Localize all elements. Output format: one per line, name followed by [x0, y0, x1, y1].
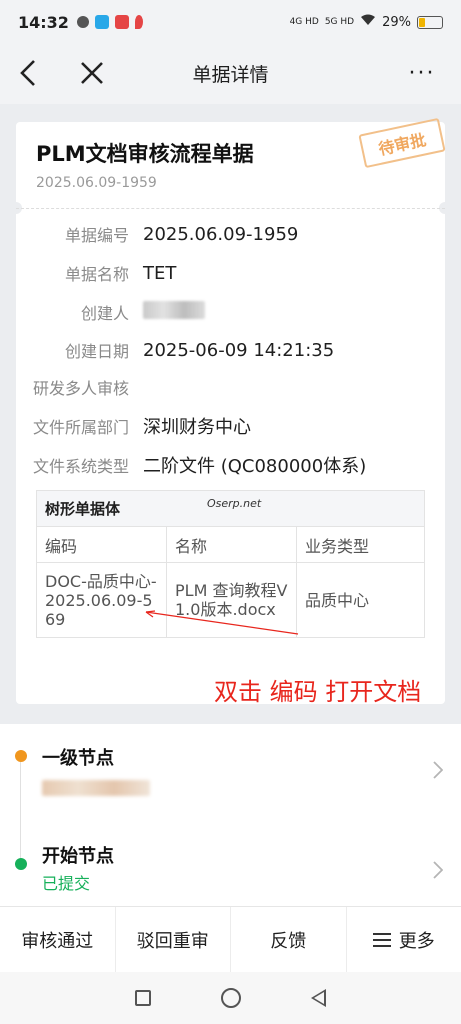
status-stamp: 待审批 — [358, 117, 446, 169]
field-label: 单据名称 — [64, 265, 129, 284]
field-row: 文件系统类型 二阶文件 (QC080000体系) — [16, 448, 445, 482]
approval-process: 一级节点 开始节点 已提交 — [0, 724, 461, 906]
node-title[interactable]: 一级节点 — [42, 744, 114, 770]
field-value: TET — [143, 262, 177, 284]
document-title: PLM文档审核流程单据 — [36, 142, 254, 166]
recent-apps-icon[interactable] — [135, 990, 151, 1006]
feedback-button[interactable]: 反馈 — [231, 907, 347, 972]
field-label: 创建人 — [80, 304, 129, 323]
app-icon — [94, 15, 109, 29]
timeline-line — [20, 760, 21, 860]
battery-percent: 29% — [382, 14, 411, 30]
annotation-text: 双击 编码 打开文档 — [214, 678, 422, 706]
chevron-right-icon[interactable] — [433, 860, 444, 885]
column-header-code: 编码 — [37, 527, 167, 562]
back-icon[interactable] — [311, 989, 326, 1007]
action-bar: 审核通过 驳回重审 反馈 更多 — [0, 906, 461, 972]
signal-icon: 4G HD — [289, 16, 319, 27]
column-header-business-type: 业务类型 — [305, 536, 370, 556]
close-icon — [81, 62, 103, 84]
field-row: 研发多人审核 — [16, 370, 445, 404]
node-dot — [15, 858, 27, 870]
more-options-button[interactable]: ··· — [397, 44, 447, 102]
annotation-arrow — [145, 610, 299, 635]
notification-icons — [76, 15, 143, 29]
cell-business-type: 品质中心 — [305, 590, 370, 610]
field-value: 2025-06-09 14:21:35 — [143, 339, 335, 361]
watermark: Oserp.net — [207, 497, 262, 510]
field-value: 2025.06.09-1959 — [143, 223, 299, 245]
more-label: 更多 — [398, 930, 435, 952]
redacted-approver — [42, 780, 150, 796]
field-label: 创建日期 — [64, 342, 129, 361]
field-row: 文件所属部门 深圳财务中心 — [16, 409, 445, 443]
node-dot — [15, 750, 27, 762]
more-button[interactable]: 更多 — [347, 907, 461, 972]
column-header-name: 名称 — [167, 527, 297, 562]
back-button[interactable] — [0, 45, 56, 101]
status-time: 14:32 — [18, 12, 69, 32]
document-card: PLM文档审核流程单据 2025.06.09-1959 待审批 单据编号 202… — [10, 117, 451, 706]
field-value-redacted — [143, 300, 205, 324]
table-title: 树形单据体 Oserp.net — [37, 491, 424, 527]
redacted-name — [143, 300, 205, 319]
menu-icon — [372, 929, 391, 951]
field-label: 单据编号 — [64, 226, 129, 245]
field-label: 文件所属部门 — [32, 418, 129, 437]
status-right: 4G HD 5G HD 29% — [290, 14, 443, 30]
signal-icon: 5G HD — [324, 16, 355, 27]
field-value: 深圳财务中心 — [143, 417, 251, 438]
field-row: 单据编号 2025.06.09-1959 — [16, 217, 445, 251]
status-bar: 14:32 4G HD 5G HD 29% — [0, 0, 461, 44]
system-nav-bar — [0, 972, 461, 1024]
document-number-subtitle: 2025.06.09-1959 — [36, 175, 157, 191]
close-button[interactable] — [64, 45, 120, 101]
field-label: 研发多人审核 — [32, 379, 129, 398]
field-row: 创建人 — [16, 295, 445, 329]
field-value: 二阶文件 (QC080000体系) — [143, 456, 367, 477]
nav-bar: 单据详情 ··· — [0, 44, 461, 102]
wifi-icon — [360, 14, 376, 30]
field-label: 文件系统类型 — [32, 457, 129, 476]
table-title-text: 树形单据体 — [45, 500, 121, 518]
field-row: 创建日期 2025-06-09 14:21:35 — [16, 333, 445, 367]
location-icon — [134, 15, 143, 29]
field-row: 单据名称 TET — [16, 256, 445, 290]
node-status: 已提交 — [42, 874, 91, 893]
reject-button[interactable]: 驳回重审 — [116, 907, 231, 972]
home-icon[interactable] — [221, 988, 241, 1008]
chevron-left-icon — [20, 60, 35, 86]
approve-button[interactable]: 审核通过 — [0, 907, 116, 972]
node-title[interactable]: 开始节点 — [42, 842, 114, 868]
app-icon — [114, 15, 129, 29]
chevron-right-icon[interactable] — [433, 760, 444, 785]
table-header-row: 编码 名称 业务类型 — [37, 527, 424, 563]
message-icon — [76, 16, 89, 28]
divider — [16, 208, 445, 209]
battery-icon — [417, 15, 443, 29]
